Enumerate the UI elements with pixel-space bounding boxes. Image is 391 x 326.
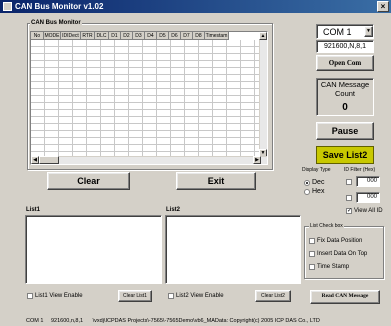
col-header[interactable]: IDIDect — [61, 32, 81, 40]
list1-view-enable[interactable]: List1 View Enable — [27, 293, 83, 299]
id-filter-input-1[interactable]: 000 — [356, 176, 380, 187]
id-filter-check-2[interactable] — [346, 195, 352, 201]
col-header[interactable]: D1 — [109, 32, 121, 40]
message-grid[interactable]: No MODE IDIDect RTR DLC D1 D2 D3 D4 D5 D… — [30, 31, 268, 165]
scroll-left-icon[interactable]: ◀ — [31, 156, 39, 164]
radio-dec-label: Dec — [312, 179, 325, 186]
vertical-scrollbar[interactable]: ▲ ▼ — [259, 32, 267, 157]
read-can-message-button[interactable]: Read CAN Message — [310, 290, 380, 304]
clear-list1-button[interactable]: Clear List1 — [118, 290, 152, 302]
grid-body — [31, 40, 261, 157]
col-header[interactable]: Timestam — [205, 32, 229, 40]
insert-on-top-option[interactable]: Insert Data On Top — [309, 251, 367, 257]
message-count-label: CAN Message Count — [320, 80, 370, 98]
view-all-id[interactable]: ✓ View All ID — [346, 208, 383, 214]
fix-data-position-checkbox[interactable] — [309, 238, 315, 244]
window-title: CAN Bus Monitor v1.02 — [15, 2, 104, 11]
list-check-label: List Check box — [309, 223, 344, 230]
title-bar: CAN Bus Monitor v1.02 × — [0, 0, 391, 13]
time-stamp-checkbox[interactable] — [309, 264, 315, 270]
col-header[interactable]: D5 — [157, 32, 169, 40]
time-stamp-option[interactable]: Time Stamp — [309, 264, 349, 270]
col-header[interactable]: D4 — [145, 32, 157, 40]
list2-view-enable-label: List2 View Enable — [176, 293, 224, 299]
radio-hex[interactable]: Hex — [304, 188, 324, 195]
insert-on-top-checkbox[interactable] — [309, 251, 315, 257]
status-bar: COM 1 921600,n,8,1 \vxdj\ICPDAS Projects… — [0, 316, 391, 326]
horizontal-scrollbar[interactable]: ◀ ▶ — [31, 156, 267, 164]
col-header[interactable]: D7 — [181, 32, 193, 40]
save-list2-button[interactable]: Save List2 — [316, 146, 374, 164]
col-header[interactable]: DLC — [95, 32, 109, 40]
col-header[interactable]: MODE — [44, 32, 61, 40]
list2-view-enable[interactable]: List2 View Enable — [168, 293, 224, 299]
fix-data-position-label: Fix Data Position — [317, 238, 363, 244]
display-type-label: Display Type — [302, 167, 331, 173]
status-port: COM 1 — [26, 318, 44, 324]
scroll-up-icon[interactable]: ▲ — [259, 32, 267, 40]
chevron-down-icon[interactable]: ▼ — [364, 26, 373, 37]
message-count-value: 0 — [342, 102, 348, 113]
list2-view-enable-checkbox[interactable] — [168, 293, 174, 299]
clear-list2-button[interactable]: Clear List2 — [255, 290, 291, 302]
list1-view-enable-label: List1 View Enable — [35, 293, 83, 299]
id-filter-input-2[interactable]: 000 — [356, 192, 380, 203]
open-com-button[interactable]: Open Com — [316, 55, 374, 71]
time-stamp-label: Time Stamp — [317, 264, 350, 270]
radio-dec[interactable]: Dec — [304, 179, 324, 186]
pause-button[interactable]: Pause — [316, 122, 374, 140]
id-filter-label: ID Filter (Hex) — [344, 167, 376, 173]
radio-dec-indicator[interactable] — [304, 179, 310, 186]
com-settings-field[interactable]: 921600,N,8,1 — [316, 40, 374, 53]
col-header[interactable]: D8 — [193, 32, 205, 40]
status-path: \vxdj\ICPDAS Projects\-7565\-7565Demo\vb… — [92, 318, 320, 324]
radio-hex-label: Hex — [312, 188, 325, 195]
app-icon — [3, 2, 12, 11]
view-all-id-label: View All ID — [354, 208, 383, 214]
col-header[interactable]: No — [31, 32, 44, 40]
list2-label: List2 — [166, 207, 181, 213]
scroll-right-icon[interactable]: ▶ — [253, 156, 261, 164]
fix-data-position-option[interactable]: Fix Data Position — [309, 238, 362, 244]
insert-on-top-label: Insert Data On Top — [317, 251, 368, 257]
col-header[interactable]: D3 — [133, 32, 145, 40]
col-header[interactable]: RTR — [81, 32, 95, 40]
close-button[interactable]: × — [377, 1, 389, 12]
grid-header: No MODE IDIDect RTR DLC D1 D2 D3 D4 D5 D… — [31, 32, 229, 40]
list1-view-enable-checkbox[interactable] — [27, 293, 33, 299]
list1-label: List1 — [26, 207, 41, 213]
clear-button[interactable]: Clear — [47, 172, 130, 190]
exit-button[interactable]: Exit — [176, 172, 256, 190]
list2-box[interactable] — [165, 215, 301, 284]
id-filter-check-1[interactable] — [346, 179, 352, 185]
status-settings: 921600,n,8,1 — [50, 318, 84, 324]
can-monitor-label: CAN Bus Monitor — [30, 20, 82, 27]
scroll-thumb[interactable] — [39, 156, 59, 164]
radio-hex-indicator[interactable] — [304, 188, 310, 195]
col-header[interactable]: D6 — [169, 32, 181, 40]
com-port-value: COM 1 — [323, 26, 352, 37]
col-header[interactable]: D2 — [121, 32, 133, 40]
view-all-id-checkbox[interactable]: ✓ — [346, 208, 352, 214]
list1-box[interactable] — [25, 215, 162, 284]
